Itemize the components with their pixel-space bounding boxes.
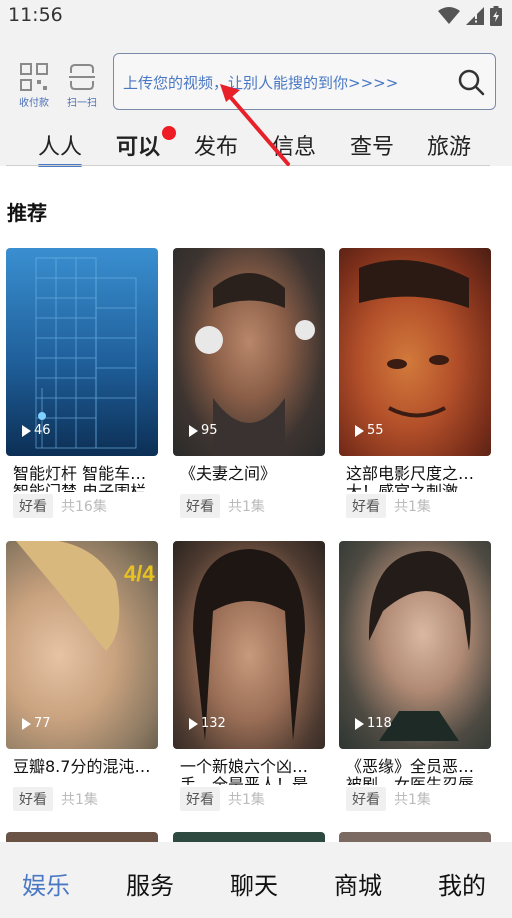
section-title-recommend: 推荐 [7,201,47,225]
card-tag: 好看 [13,494,53,518]
video-card[interactable]: 46 智能灯杆 智能车… 智能门禁 电子围栏 好看 共16集 [6,248,158,518]
video-thumbnail-partial[interactable] [173,832,325,842]
episode-count: 共1集 [394,499,431,515]
episode-count: 共1集 [228,499,265,515]
search-icon[interactable] [457,68,485,96]
video-thumbnail-partial[interactable] [6,832,158,842]
card-meta: 好看 共1集 [180,787,265,811]
card-meta: 好看 共1集 [346,787,431,811]
scan-label: 扫一扫 [67,98,97,109]
video-thumbnail[interactable]: 118 [339,541,491,749]
card-tag: 好看 [346,787,386,811]
nav-item-services[interactable]: 服务 [126,866,174,901]
play-icon [355,717,364,730]
cellular-signal-icon [466,7,484,25]
card-meta: 好看 共1集 [346,494,431,518]
wifi-icon [438,7,460,24]
status-bar: 11:56 [0,0,512,36]
pay-receive-label: 收付款 [19,98,49,109]
card-meta: 好看 共1集 [180,494,265,518]
scan-icon [69,64,95,90]
episode-count: 共1集 [394,792,431,808]
card-subtitle: 大！感官之刺激 [346,482,459,492]
play-count: 95 [189,423,218,438]
card-title[interactable]: 智能灯杆 智能车… [13,464,161,484]
card-meta: 好看 共1集 [13,787,98,811]
play-count: 46 [22,423,51,438]
tab-keyi[interactable]: 可以 [116,129,160,161]
play-count: 77 [22,716,51,731]
video-card[interactable]: 118 《恶缘》全员恶… 被剧，女医生忍辱 好看 共1集 [339,541,491,811]
card-tag: 好看 [180,494,220,518]
card-subtitle: 被剧，女医生忍辱 [346,775,475,785]
card-tag: 好看 [13,787,53,811]
tab-lvyou[interactable]: 旅游 [427,129,471,161]
card-title[interactable]: 《恶缘》全员恶… [346,757,494,777]
scan-button[interactable]: 扫一扫 [62,62,102,109]
play-count: 118 [355,716,392,731]
card-tag: 好看 [346,494,386,518]
nav-item-mall[interactable]: 商城 [334,866,382,901]
episode-count: 共1集 [61,792,98,808]
pay-receive-button[interactable]: 收付款 [14,62,54,109]
annotation-arrow-icon [220,84,290,166]
card-subtitle [13,775,161,785]
tab-renren[interactable]: 人人 [38,129,83,167]
card-meta: 好看 共16集 [13,494,107,518]
card-title[interactable]: 一个新娘六个凶… [180,757,328,777]
video-card[interactable]: 55 这部电影尺度之… 大！感官之刺激 好看 共1集 [339,248,491,518]
card-subtitle: 智能门禁 电子围栏 [13,482,147,492]
video-thumbnail[interactable]: 4/4 77 [6,541,158,749]
search-box[interactable]: 上传您的视频，让别人能搜的到你>>>> [113,53,496,110]
video-card[interactable]: 4/4 77 豆瓣8.7分的混沌… 好看 共1集 [6,541,158,811]
play-icon [189,424,198,437]
play-count: 132 [189,716,226,731]
card-tag: 好看 [180,787,220,811]
nav-item-chat[interactable]: 聊天 [230,866,278,901]
video-thumbnail-partial[interactable] [339,832,491,842]
nav-item-entertainment[interactable]: 娱乐 [22,866,70,901]
video-card[interactable]: 132 一个新娘六个凶… 手，全是恶人！最 好看 共1集 [173,541,325,811]
card-subtitle [180,482,328,492]
battery-charging-icon [490,6,502,26]
svg-text:4/4: 4/4 [124,561,155,586]
card-title[interactable]: 《夫妻之间》 [180,464,328,484]
video-thumbnail[interactable]: 132 [173,541,325,749]
play-icon [22,717,31,730]
play-icon [355,424,364,437]
card-title[interactable]: 豆瓣8.7分的混沌… [13,757,161,777]
video-thumbnail[interactable]: 95 [173,248,325,456]
play-count: 55 [355,423,384,438]
new-badge-dot [162,126,176,140]
episode-count: 共1集 [228,792,265,808]
play-icon [22,424,31,437]
play-icon [189,717,198,730]
video-card[interactable]: 95 《夫妻之间》 好看 共1集 [173,248,325,518]
video-thumbnail[interactable]: 55 [339,248,491,456]
video-thumbnail[interactable]: 46 [6,248,158,456]
bottom-nav: 娱乐 服务 聊天 商城 我的 [0,842,512,918]
tab-chahao[interactable]: 查号 [350,129,394,161]
card-subtitle: 手，全是恶人！最 [180,775,309,785]
nav-item-mine[interactable]: 我的 [438,866,486,901]
card-title[interactable]: 这部电影尺度之… [346,464,494,484]
status-icons [438,6,502,26]
episode-count: 共16集 [61,499,107,515]
status-time: 11:56 [8,4,63,26]
qr-grid-icon [20,63,48,91]
